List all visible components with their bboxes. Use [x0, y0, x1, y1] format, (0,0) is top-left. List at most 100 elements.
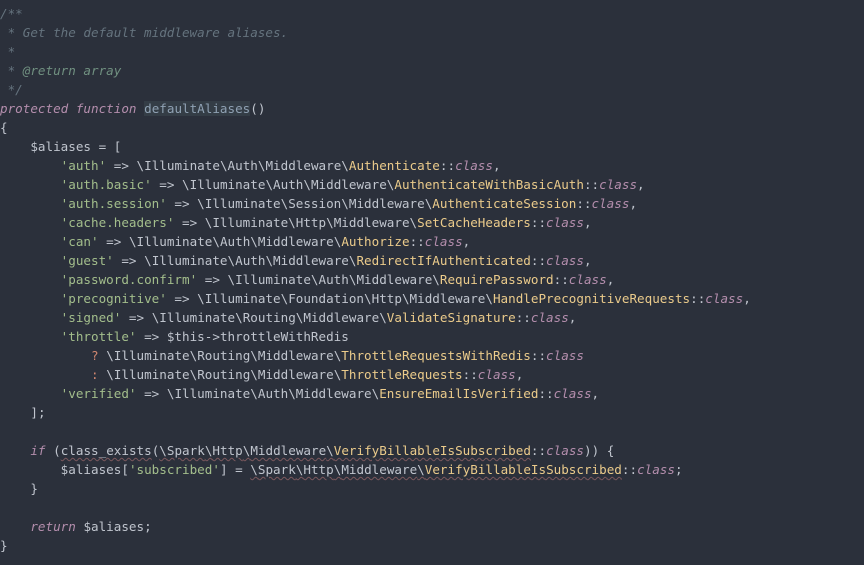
ns-sep: \ [228, 253, 236, 268]
return-var: $aliases [83, 519, 144, 534]
assign-eq: = [91, 139, 114, 154]
ns-part: Middleware [410, 291, 486, 306]
dblcolon: :: [531, 215, 546, 230]
ns-sep: \ [402, 291, 410, 306]
dblcolon: :: [531, 443, 546, 458]
classkw: class [425, 234, 463, 249]
ns-sep: \ [106, 367, 114, 382]
class-authorize: Authorize [341, 234, 409, 249]
ns-part: Middleware [258, 234, 334, 249]
ns-part: Illuminate [205, 291, 281, 306]
key-subscribed: 'subscribed' [129, 462, 220, 477]
ns-part: Routing [243, 310, 296, 325]
comma: , [584, 215, 592, 230]
code-block: /** * Get the default middleware aliases… [0, 0, 864, 555]
ns-sep: \ [250, 462, 258, 477]
arrow: => [167, 291, 197, 306]
ns-sep: \ [265, 253, 273, 268]
ns-part: Illuminate [212, 215, 288, 230]
class-verifybillable2: VerifyBillableIsSubscribed [425, 462, 622, 477]
semi: ; [675, 462, 683, 477]
ns-part: Routing [197, 367, 250, 382]
class-precog: HandlePrecognitiveRequests [493, 291, 690, 306]
ns-sep: \ [364, 291, 372, 306]
classkw: class [599, 177, 637, 192]
class-verified: EnsureEmailIsVerified [379, 386, 538, 401]
ns-part: Spark [167, 443, 205, 458]
keyword-function: function [76, 101, 137, 116]
classkw: class [554, 386, 592, 401]
ns-part: Illuminate [235, 272, 311, 287]
classkw: class [592, 196, 630, 211]
classkw: class [478, 367, 516, 382]
dblcolon: :: [576, 196, 591, 211]
ns-sep: \ [250, 386, 258, 401]
dblcolon: :: [440, 158, 455, 173]
assign-eq2: = [228, 462, 251, 477]
class-throttle-redis: ThrottleRequestsWithRedis [341, 348, 531, 363]
fn-parens: () [250, 101, 265, 116]
doc-comment-l4a: * [0, 63, 23, 78]
ns-part: Auth [228, 158, 258, 173]
ns-part: Middleware [258, 348, 334, 363]
sqclose: ] [220, 462, 228, 477]
ns-part: Middleware [303, 310, 379, 325]
paren-open: ( [53, 443, 61, 458]
ns-part: Middleware [273, 253, 349, 268]
ns-sep: \ [432, 272, 440, 287]
keyword-if: if [30, 443, 45, 458]
dblcolon: :: [538, 386, 553, 401]
dblcolon: :: [516, 310, 531, 325]
ns-part: Middleware [311, 177, 387, 192]
ns-sep: \ [250, 367, 258, 382]
arrow: => [121, 310, 151, 325]
ns-sep: \ [182, 177, 190, 192]
class-validatesig: ValidateSignature [387, 310, 516, 325]
ns-sep: \ [235, 310, 243, 325]
comma: , [637, 177, 645, 192]
class-authenticate: Authenticate [349, 158, 440, 173]
ns-sep: \ [485, 291, 493, 306]
var-aliases-idx: $aliases [61, 462, 122, 477]
ns-sep: \ [250, 348, 258, 363]
ns-part: Middleware [250, 443, 326, 458]
comma: , [584, 253, 592, 268]
ns-part: Auth [235, 253, 265, 268]
ns-part: Illuminate [144, 158, 220, 173]
ns-sep: \ [212, 234, 220, 249]
doc-comment-l5: */ [0, 82, 23, 97]
ns-part: Middleware [265, 158, 341, 173]
key-throttle: 'throttle' [61, 329, 137, 344]
ternary-q: ? [91, 348, 99, 363]
ns-sep: \ [326, 443, 334, 458]
arrow: => [174, 215, 204, 230]
class-basicauth: AuthenticateWithBasicAuth [394, 177, 584, 192]
ns-sep: \ [288, 386, 296, 401]
var-aliases: $aliases [30, 139, 91, 154]
paren-close: ) [592, 443, 600, 458]
class-verifybillable: VerifyBillableIsSubscribed [334, 443, 531, 458]
class-setcache: SetCacheHeaders [417, 215, 531, 230]
ns-part: Illuminate [114, 348, 190, 363]
ns-sep: \ [417, 462, 425, 477]
class-requirepwd: RequirePassword [440, 272, 554, 287]
ns-part: Spark [258, 462, 296, 477]
ns-sep: \ [379, 310, 387, 325]
dblcolon: :: [410, 234, 425, 249]
ns-part: Http [372, 291, 402, 306]
ns-sep: \ [197, 291, 205, 306]
ns-part: Middleware [341, 462, 417, 477]
arrow: => [106, 158, 136, 173]
ns-part: Illuminate [205, 196, 281, 211]
comma: , [569, 310, 577, 325]
key-auth-session: 'auth.session' [61, 196, 167, 211]
ns-part: Foundation [288, 291, 364, 306]
classkw: class [546, 443, 584, 458]
classkw: class [705, 291, 743, 306]
ns-sep: \ [288, 215, 296, 230]
arrow: => [152, 177, 182, 192]
ns-part: Middleware [349, 196, 425, 211]
array-close: ] [30, 405, 38, 420]
paren-close-inner: ) [584, 443, 592, 458]
keyword-return: return [30, 519, 76, 534]
